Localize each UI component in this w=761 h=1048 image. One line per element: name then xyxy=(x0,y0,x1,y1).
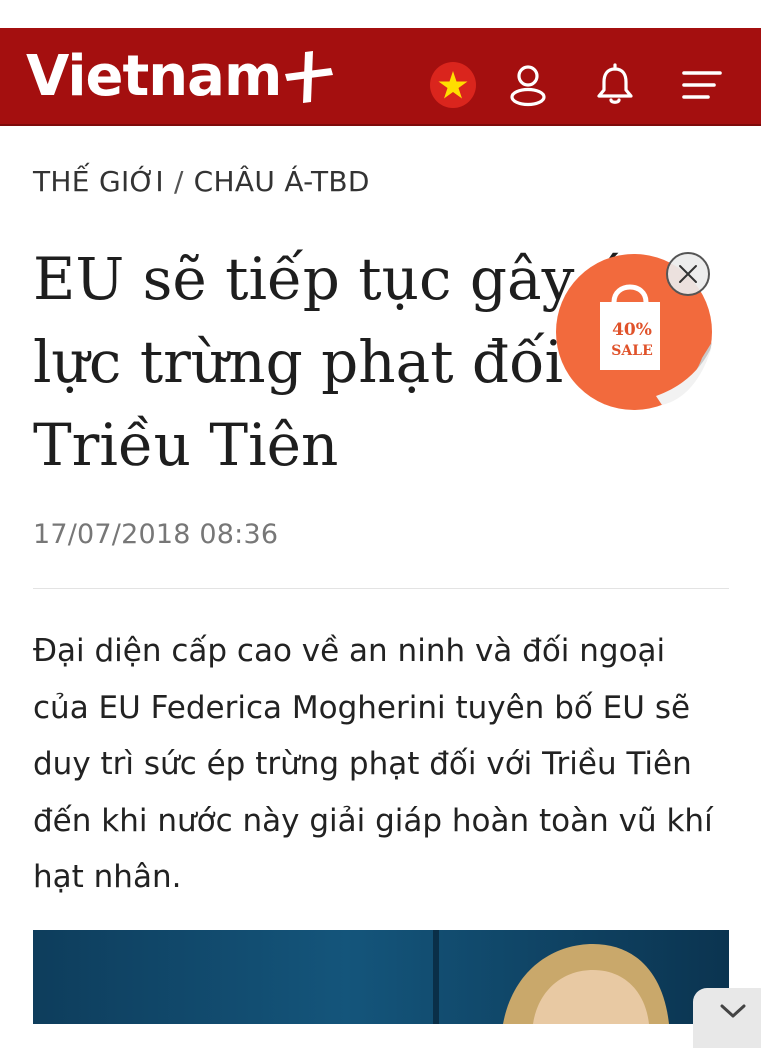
site-logo[interactable]: Vietnam xyxy=(26,42,335,112)
user-icon[interactable] xyxy=(503,60,553,110)
logo-text: Vietnam xyxy=(26,44,282,109)
menu-icon[interactable] xyxy=(677,60,727,110)
article-image xyxy=(33,930,729,1024)
article-lead: Đại diện cấp cao về an ninh và đối ngoại… xyxy=(33,633,713,895)
status-bar xyxy=(0,0,761,28)
close-promo-button[interactable] xyxy=(666,252,710,296)
breadcrumb-separator: / xyxy=(173,165,184,198)
divider xyxy=(33,588,729,589)
bell-icon[interactable] xyxy=(590,60,640,110)
article-date: 17/07/2018 08:36 xyxy=(33,519,279,550)
site-header: Vietnam xyxy=(0,28,761,126)
chevron-down-icon xyxy=(720,1004,746,1018)
sale-discount: 40% xyxy=(612,320,652,340)
vietnam-flag-icon[interactable] xyxy=(428,60,478,110)
sale-label: SALE xyxy=(611,343,653,359)
close-icon xyxy=(679,265,697,283)
breadcrumb-subsection[interactable]: CHÂU Á-TBD xyxy=(194,165,370,198)
scroll-down-button[interactable] xyxy=(693,988,761,1048)
breadcrumb: THẾ GIỚI / CHÂU Á-TBD xyxy=(33,165,370,198)
logo-plus-icon xyxy=(285,51,334,103)
breadcrumb-section[interactable]: THẾ GIỚI xyxy=(33,165,164,198)
